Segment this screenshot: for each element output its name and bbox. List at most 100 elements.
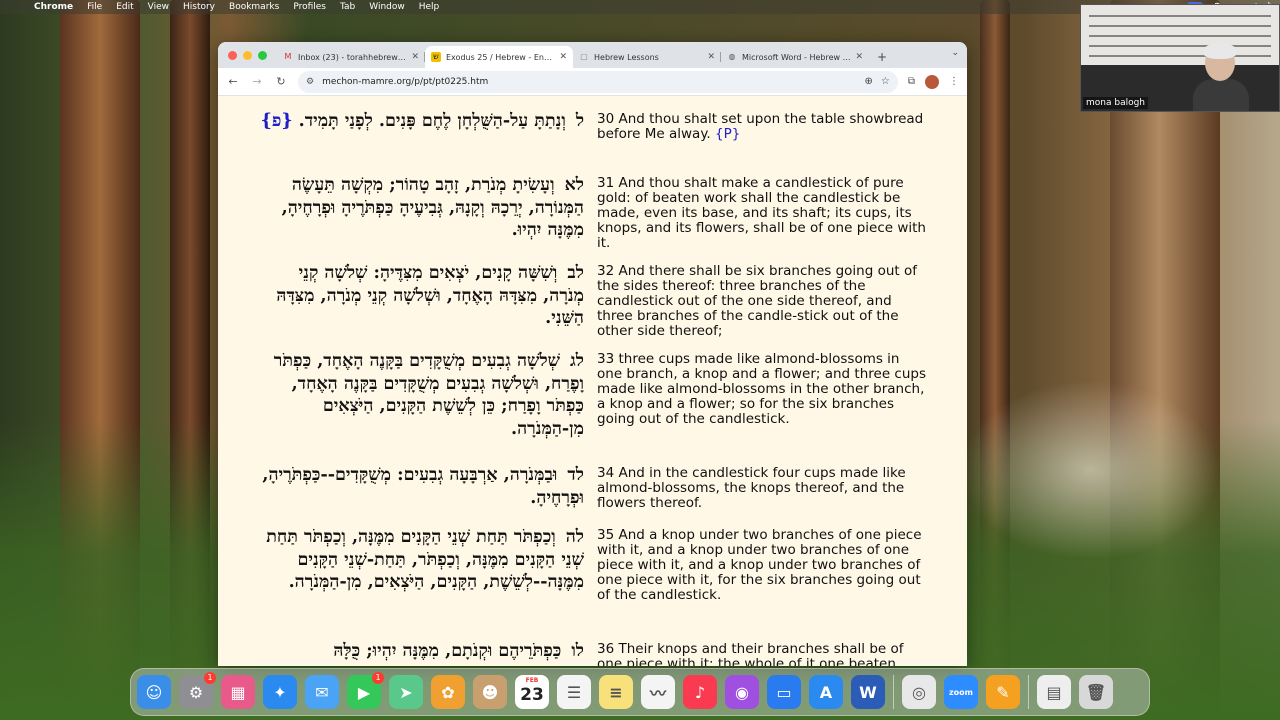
back-icon[interactable]: ← — [226, 75, 240, 88]
notes-icon[interactable]: ≡ — [599, 675, 633, 709]
url-text[interactable]: mechon-mamre.org/p/pt/pt0225.htm — [322, 77, 856, 87]
hebrew-verse: לאוְעָשִׂיתָ מְנֹרַת, זָהָב טָהוֹר; מִקְ… — [254, 174, 584, 242]
menu-app-name[interactable]: Chrome — [34, 2, 73, 12]
maps-icon[interactable]: ➤ — [389, 675, 423, 709]
app-store-icon[interactable]: A — [809, 675, 843, 709]
close-tab-icon[interactable]: ✕ — [855, 52, 863, 62]
zoom-icon[interactable]: zoom — [944, 675, 978, 709]
browser-toolbar: ← → ↻ ⚙ mechon-mamre.org/p/pt/pt0225.htm… — [218, 68, 967, 96]
music-icon[interactable]: ♪ — [683, 675, 717, 709]
tab-strip: M Inbox (23) - torahhebrewsch... ✕ ש Exo… — [218, 42, 967, 68]
hebrew-verse: לגשְׁלֹשָׁה גְבִעִים מְשֻׁקָּדִים בַּקָּ… — [254, 350, 584, 440]
reload-icon[interactable]: ↻ — [274, 75, 288, 88]
system-settings-icon[interactable]: ⚙ 1 — [179, 672, 216, 709]
gmail-icon: M — [284, 52, 292, 61]
hebrew-verse-number: ל — [575, 111, 584, 131]
english-verse: 34 And in the candlestick four cups made… — [597, 465, 906, 511]
hebrew-parashah-link[interactable]: {פ} — [261, 111, 293, 131]
mail-icon[interactable]: ✉ — [305, 675, 339, 709]
english-verse-text: 30 And thou shalt set upon the table sho… — [597, 111, 924, 142]
parashah-link[interactable]: {P} — [715, 126, 740, 142]
hebrew-verse-number: לב — [567, 263, 584, 283]
english-verse: 35 And a knop under two branches of one … — [597, 527, 922, 603]
hebrew-verse-text: כַּפְתֹּרֵיהֶם וּקְנֹתָם, מִמֶּנָּה יִהְ… — [333, 641, 562, 661]
menu-window[interactable]: Window — [369, 2, 405, 12]
hebrew-verse-text: וְעָשִׂיתָ מְנֹרַת, זָהָב טָהוֹר; מִקְשָ… — [281, 175, 584, 240]
participant-video — [1193, 43, 1249, 111]
english-verse: 36 Their knops and their branches shall … — [597, 641, 904, 667]
address-bar[interactable]: ⚙ mechon-mamre.org/p/pt/pt0225.htm ⊕ ☆ — [298, 70, 898, 93]
menu-dots-icon[interactable]: ⋮ — [949, 76, 959, 87]
zoom-video-thumbnail[interactable]: mona balogh — [1080, 4, 1280, 112]
menu-edit[interactable]: Edit — [116, 2, 133, 12]
fog — [960, 380, 1220, 560]
globe-icon: ◍ — [728, 52, 736, 61]
menu-help[interactable]: Help — [419, 2, 440, 12]
tab-exodus[interactable]: ש Exodus 25 / Hebrew - English ✕ — [425, 46, 573, 68]
hebrew-verse-text: שְׁלֹשָׁה גְבִעִים מְשֻׁקָּדִים בַּקָּנֶ… — [273, 351, 584, 439]
close-tab-icon[interactable]: ✕ — [559, 52, 567, 62]
facetime-icon[interactable]: ▶ 1 — [347, 672, 384, 709]
zoom-window-button[interactable] — [258, 50, 267, 60]
close-tab-icon[interactable]: ✕ — [411, 52, 419, 62]
english-verse: 30 And thou shalt set upon the table sho… — [597, 112, 927, 142]
menu-tab[interactable]: Tab — [340, 2, 355, 12]
document-icon[interactable]: ▤ — [1037, 675, 1071, 709]
close-window-button[interactable] — [228, 50, 237, 60]
hebrew-verse-number: לג — [570, 351, 584, 371]
hebrew-verse-number: לד — [567, 465, 584, 485]
mechon-mamre-icon: ש — [431, 52, 441, 62]
participant-name: mona balogh — [1083, 97, 1149, 109]
tab-hebrew-lessons[interactable]: ▢ Hebrew Lessons ✕ — [573, 46, 721, 68]
finder-icon[interactable]: ☺ — [137, 675, 171, 709]
hebrew-verse: לדוּבַמְּנֹרָה, אַרְבָּעָה גְבִעִים: מְש… — [254, 464, 584, 509]
hebrew-text-fragment — [254, 96, 584, 105]
profile-avatar[interactable] — [925, 74, 939, 89]
menu-history[interactable]: History — [183, 2, 215, 12]
page-content: ל וְנָתַתָּ עַל-הַשֻּׁלְחָן לֶחֶם פָּנִים… — [218, 96, 967, 666]
minimize-window-button[interactable] — [243, 50, 252, 60]
safari-icon[interactable]: ✦ — [263, 675, 297, 709]
hebrew-verse: לבוְשִׁשָּׁה קָנִים, יֹצְאִים מִצִּדֶּיה… — [254, 262, 584, 330]
forward-icon[interactable]: → — [250, 75, 264, 88]
reminders-icon[interactable]: ☰ — [557, 675, 591, 709]
freeform-icon[interactable]: 〰 — [641, 675, 675, 709]
tab-word-doc[interactable]: ◍ Microsoft Word - Hebrew boo... ✕ — [721, 46, 869, 68]
chrome-icon[interactable]: ◎ — [902, 675, 936, 709]
hebrew-verse-number: לו — [571, 641, 584, 661]
menu-profiles[interactable]: Profiles — [293, 2, 326, 12]
launchpad-icon[interactable]: ▦ — [221, 675, 255, 709]
english-verse: 33 three cups made like almond-blossoms … — [597, 351, 927, 427]
pages-icon[interactable]: ✎ — [986, 675, 1020, 709]
hebrew-verse: לו כַּפְתֹּרֵיהֶם וּקְנֹתָם, מִמֶּנָּה יִ… — [254, 640, 584, 663]
extensions-icon[interactable]: ⧉ — [908, 76, 915, 87]
contacts-icon[interactable]: ☻ — [473, 675, 507, 709]
tab-search-icon[interactable]: ⌄ — [951, 48, 959, 58]
menu-view[interactable]: View — [148, 2, 169, 12]
dock-separator — [893, 675, 894, 709]
hebrew-verse: ל וְנָתַתָּ עַל-הַשֻּׁלְחָן לֶחֶם פָּנִים… — [254, 110, 584, 133]
dock: ☺ ⚙ 1 ▦ ✦ ✉ ▶ 1 ➤ ✿ ☻ FEB 23 ☰ ≡ 〰 ♪ ◉ ▭ A W ◎ zoom ✎ ▤ 🗑 — [130, 668, 1150, 716]
tab-inbox[interactable]: M Inbox (23) - torahhebrewsch... ✕ — [277, 46, 425, 68]
notification-badge: 1 — [372, 672, 384, 684]
new-tab-button[interactable]: + — [869, 46, 895, 68]
hebrew-verse-number: לא — [564, 175, 584, 195]
podcasts-icon[interactable]: ◉ — [725, 675, 759, 709]
zoom-page-icon[interactable]: ⊕ — [865, 76, 873, 87]
trash-icon[interactable]: 🗑 — [1079, 675, 1113, 709]
menu-file[interactable]: File — [87, 2, 102, 12]
dock-separator — [1028, 675, 1029, 709]
calendar-icon[interactable]: FEB 23 — [515, 675, 549, 709]
english-verse: 32 And there shall be six branches going… — [597, 263, 917, 339]
bookmark-star-icon[interactable]: ☆ — [881, 76, 890, 87]
keynote-icon[interactable]: ▭ — [767, 675, 801, 709]
photos-icon[interactable]: ✿ — [431, 675, 465, 709]
close-tab-icon[interactable]: ✕ — [707, 52, 715, 62]
tab-title: Microsoft Word - Hebrew boo... — [742, 52, 851, 62]
word-icon[interactable]: W — [851, 675, 885, 709]
hebrew-verse-number: לה — [565, 527, 584, 547]
whiteboard — [1081, 5, 1279, 65]
menu-bookmarks[interactable]: Bookmarks — [229, 2, 279, 12]
site-info-icon[interactable]: ⚙ — [306, 77, 314, 87]
hebrew-verse-text: וְכַפְתֹּר תַּחַת שְׁנֵי הַקָּנִים מִמֶּ… — [266, 527, 584, 592]
